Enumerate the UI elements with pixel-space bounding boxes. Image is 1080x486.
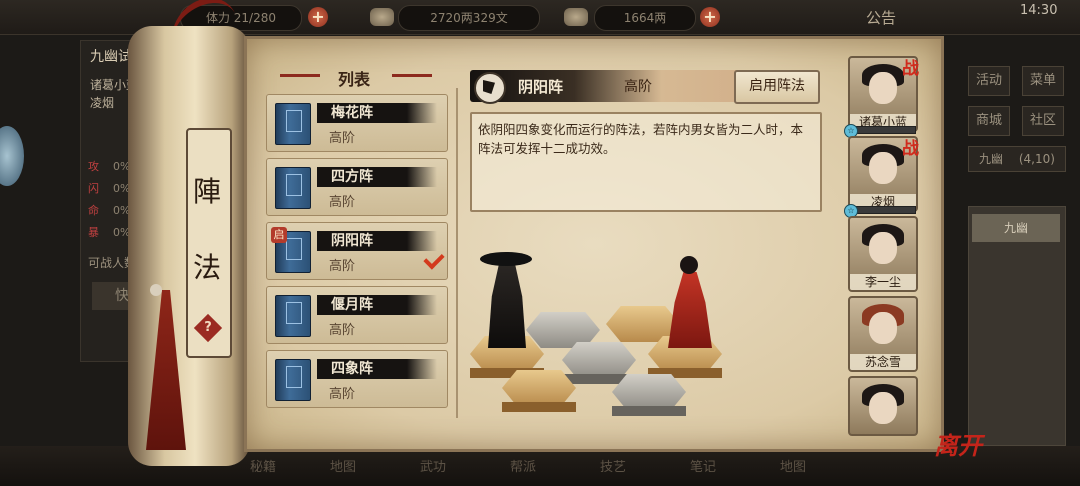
formation-list-item[interactable]: 偃月阵 高阶 [266, 286, 448, 344]
health-bar [848, 206, 916, 214]
book-icon [275, 103, 311, 145]
formation-level: 高阶 [329, 259, 356, 274]
book-icon [275, 295, 311, 337]
scroll-title-char: 陣 [192, 175, 221, 208]
formation-list-item[interactable]: 四方阵 高阶 [266, 158, 448, 216]
formation-name: 偃月阵 [317, 295, 437, 315]
shop-button[interactable]: 商城 [968, 106, 1010, 136]
grid-tile-side [502, 402, 576, 412]
bottom-menu-item[interactable]: 笔记 [690, 456, 716, 475]
face [869, 152, 897, 184]
portrait-card[interactable]: 苏念雪 [848, 296, 918, 372]
portrait-card[interactable]: 李一尘 [848, 216, 918, 292]
face [869, 312, 897, 344]
background-side-list [968, 206, 1066, 446]
activate-formation-button[interactable]: 启用阵法 [734, 70, 820, 104]
formation-name: 四象阵 [317, 359, 437, 379]
portrait-card[interactable] [848, 376, 918, 436]
face [869, 392, 897, 424]
face [869, 232, 897, 264]
battle-tag: 战 [902, 139, 919, 159]
bottom-menu-item[interactable]: 秘籍 [250, 456, 276, 475]
formation-list-item[interactable]: 梅花阵 高阶 [266, 94, 448, 152]
activity-button[interactable]: 活动 [968, 66, 1010, 96]
bottom-menu-item[interactable]: 地图 [780, 456, 806, 475]
tassel-bead [150, 284, 162, 296]
grid-tile-side [612, 406, 686, 416]
portrait-name: 苏念雪 [850, 354, 916, 370]
formation-name: 四方阵 [317, 167, 437, 187]
leave-button[interactable]: 离开 [934, 426, 984, 474]
add-stamina-button[interactable]: + [308, 7, 328, 27]
formation-flag-icon [474, 72, 506, 104]
formation-detail-name: 阴阳阵 [518, 78, 564, 96]
formation-name: 梅花阵 [317, 103, 437, 123]
formation-list-item-selected[interactable]: 启 阴阳阵 高阶 [266, 222, 448, 280]
silver-display: 2720两329文 [398, 5, 540, 31]
straw-hat-icon [480, 252, 532, 266]
bottom-menu-item[interactable]: 武功 [420, 456, 446, 475]
avatar[interactable] [0, 126, 24, 186]
silver-icon [370, 8, 394, 26]
formation-detail-level: 高阶 [624, 79, 652, 95]
bottom-menu-item[interactable]: 技艺 [600, 456, 626, 475]
side-list-item[interactable]: 九幽 [972, 214, 1060, 242]
grid-tile[interactable] [502, 370, 576, 406]
portrait-name: 李一尘 [850, 274, 916, 290]
community-button[interactable]: 社区 [1022, 106, 1064, 136]
formation-level: 高阶 [329, 387, 356, 402]
formation-level: 高阶 [329, 323, 356, 338]
selected-check-icon [423, 248, 445, 270]
grid-tile[interactable] [612, 374, 686, 410]
background-member: 凌烟 [90, 96, 115, 110]
active-badge: 启 [271, 227, 287, 243]
formation-description: 依阴阳四象变化而运行的阵法，若阵内男女皆为二人时，本阵法可发挥十二成功效。 [478, 122, 804, 156]
book-icon [275, 359, 311, 401]
gold-icon [564, 8, 588, 26]
health-bar [848, 126, 916, 134]
notice-button[interactable]: 公告 [866, 7, 896, 28]
character-head [680, 256, 698, 274]
location-display: 九幽 (4,10) [968, 146, 1066, 172]
scroll-title-char: 法 [192, 251, 221, 284]
gold-display: 1664两 [594, 5, 696, 31]
formation-name: 阴阳阵 [317, 231, 437, 251]
formation-list-item[interactable]: 四象阵 高阶 [266, 350, 448, 408]
face [869, 72, 897, 104]
clock: 14:30 [1020, 3, 1058, 18]
formation-level: 高阶 [329, 195, 356, 210]
help-icon[interactable]: ? [193, 313, 223, 343]
bottom-menu-item[interactable]: 帮派 [510, 456, 536, 475]
menu-button[interactable]: 菜单 [1022, 66, 1064, 96]
battle-tag: 战 [902, 59, 919, 79]
bottom-menu-item[interactable]: 地图 [330, 456, 356, 475]
formation-level: 高阶 [329, 131, 356, 146]
grid-tile[interactable] [562, 342, 636, 378]
add-gold-button[interactable]: + [700, 7, 720, 27]
list-header: 列表 [337, 70, 370, 89]
book-icon [275, 167, 311, 209]
